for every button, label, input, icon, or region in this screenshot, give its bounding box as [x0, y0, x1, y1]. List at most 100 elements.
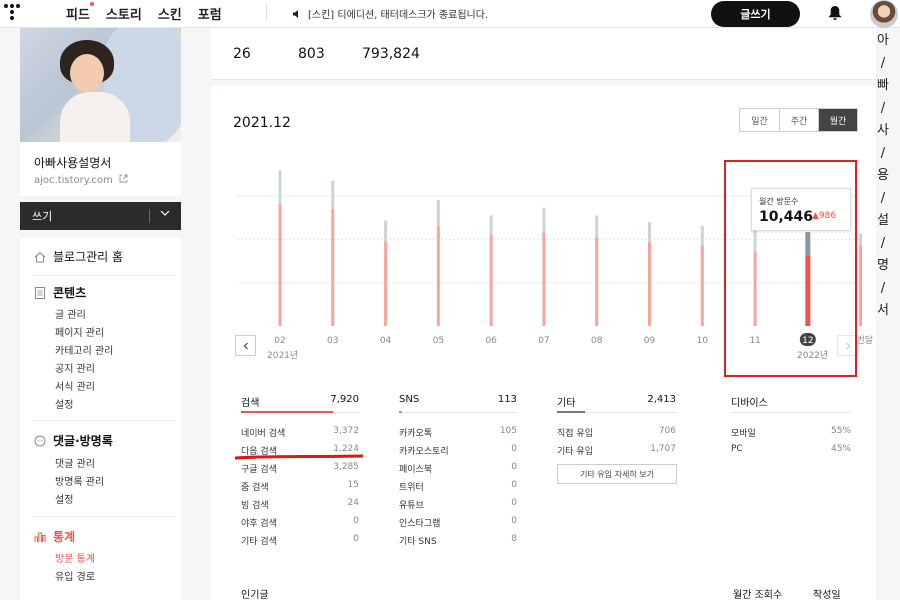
col-monthly-views: 월간 조회수 [733, 590, 783, 600]
write-menu-button[interactable]: 쓰기 [20, 202, 181, 230]
sidebar-label: 통계 [53, 530, 76, 544]
home-icon [34, 251, 46, 262]
bar-segment-primary[interactable] [278, 203, 282, 326]
sidebar-label: 블로그관리 홈 [53, 250, 124, 264]
blog-name[interactable]: 아빠사용설명서 [34, 154, 111, 171]
speaker-icon [293, 9, 298, 18]
profile-card: 아빠사용설명서 ajoc.tistory.com [20, 28, 181, 196]
sidebar-item-posts[interactable]: 글 관리 [55, 306, 86, 321]
blog-url[interactable]: ajoc.tistory.com [34, 174, 128, 186]
year-start-label: 2021년 [267, 351, 299, 361]
notice-banner[interactable]: [스킨] 티에디션, 태터데스크가 종료됩니다. [292, 6, 488, 21]
notice-text: [스킨] 티에디션, 태터데스크가 종료됩니다. [308, 10, 489, 21]
sidebar-item-guestbook[interactable]: 방명록 관리 [55, 473, 104, 488]
bar-segment-secondary[interactable] [331, 180, 335, 209]
bar-segment-primary[interactable] [595, 237, 599, 326]
period-label: 2021.12 [233, 115, 291, 131]
bar-segment-secondary[interactable] [436, 200, 440, 226]
sidebar-item-content-settings[interactable]: 설정 [55, 396, 73, 411]
bar-segment-secondary[interactable] [384, 220, 388, 242]
bar-segment-secondary[interactable] [489, 215, 493, 235]
sidebar-item-referrers[interactable]: 유입 경로 [55, 568, 95, 583]
tab-monthly[interactable]: 월간 [818, 109, 857, 131]
nav-forum[interactable]: 포럼 [198, 4, 222, 23]
sidebar-item-categories[interactable]: 카테고리 관리 [55, 342, 113, 357]
external-link-icon [119, 174, 128, 183]
bar-segment-secondary[interactable] [278, 170, 282, 204]
popular-title: 인기글 [241, 590, 269, 600]
list-item: 줌 검색 15 [241, 480, 359, 493]
tab-daily[interactable]: 일간 [740, 109, 779, 131]
x-tick-label: 08 [591, 336, 603, 346]
sidebar-section-content[interactable]: 콘텐츠 [34, 284, 86, 301]
profile-photo [20, 28, 181, 142]
sidebar-item-comment-settings[interactable]: 설정 [55, 491, 73, 506]
sidebar: 블로그관리 홈 콘텐츠 글 관리 페이지 관리 카테고리 관리 공지 관리 서식… [20, 238, 181, 600]
bar-segment-primary[interactable] [436, 225, 440, 326]
bar-segment-secondary[interactable] [647, 221, 651, 243]
stat-total: 793,824 [362, 46, 420, 62]
nav-story[interactable]: 스토리 [106, 4, 142, 23]
sidebar-item-pages[interactable]: 페이지 관리 [55, 324, 104, 339]
column-bar [731, 412, 851, 413]
write-post-button[interactable]: 글쓰기 [711, 1, 800, 27]
bar-segment-secondary[interactable] [859, 233, 863, 245]
device-header[interactable]: 디바이스 [731, 390, 851, 414]
list-item: 구글 검색 3,285 [241, 462, 359, 475]
blog-url-text: ajoc.tistory.com [34, 175, 113, 186]
bar-segment-primary[interactable] [542, 232, 546, 326]
tab-weekly[interactable]: 주간 [779, 109, 818, 131]
stat-yesterday: 803 [298, 46, 325, 62]
nav-skin[interactable]: 스킨 [158, 4, 182, 23]
nav-divider [266, 3, 267, 21]
chevron-down-icon[interactable] [160, 208, 170, 218]
list-item: 기타 SNS 8 [399, 534, 517, 547]
sidebar-section-comments[interactable]: 댓글·방명록 [34, 432, 113, 449]
column-total: 113 [497, 394, 517, 405]
bar-segment-secondary[interactable] [595, 215, 599, 238]
sidebar-item-visit-stats[interactable]: 방문 통계 [55, 550, 95, 565]
chart-prev-button[interactable] [235, 335, 256, 356]
chevron-left-icon [243, 342, 248, 349]
bar-segment-primary[interactable] [700, 245, 704, 326]
sidebar-item-notices[interactable]: 공지 관리 [55, 360, 95, 375]
menu-divider [149, 209, 150, 223]
sns-header[interactable]: SNS 113 [399, 390, 517, 414]
list-item: 카카오톡 105 [399, 426, 517, 439]
sidebar-item-comments[interactable]: 댓글 관리 [55, 455, 95, 470]
list-item: 유튜브 0 [399, 498, 517, 511]
x-tick-label: 04 [380, 336, 392, 346]
divider [34, 420, 174, 421]
nav-feed[interactable]: 피드 [66, 2, 94, 23]
column-title: 디바이스 [731, 398, 768, 409]
column-title: SNS [399, 394, 420, 405]
etc-detail-button[interactable]: 기타 유입 자세히 보기 [557, 464, 677, 484]
x-tick-label: 06 [485, 336, 497, 346]
bell-icon[interactable] [828, 5, 842, 21]
bar-segment-primary[interactable] [859, 245, 863, 326]
sidebar-item-templates[interactable]: 서식 관리 [55, 378, 95, 393]
sidebar-item-home[interactable]: 블로그관리 홈 [34, 248, 123, 265]
bar-segment-secondary[interactable] [700, 225, 704, 245]
col-written-date: 작성일 [813, 590, 841, 600]
sidebar-section-stats[interactable]: 통계 [34, 528, 75, 545]
bar-segment-primary[interactable] [384, 241, 388, 326]
bar-segment-primary[interactable] [331, 209, 335, 326]
column-total: 7,920 [330, 394, 359, 405]
divider [34, 275, 174, 276]
column-total: 2,413 [647, 394, 676, 405]
tistory-logo[interactable] [4, 2, 22, 22]
list-item: 트위터 0 [399, 480, 517, 493]
comment-icon [34, 435, 46, 446]
bar-segment-secondary[interactable] [542, 207, 546, 233]
column-bar [557, 411, 676, 413]
list-item: 인스타그램 0 [399, 516, 517, 529]
avatar[interactable] [870, 0, 898, 28]
bar-segment-primary[interactable] [489, 234, 493, 326]
bar-segment-primary[interactable] [647, 242, 651, 326]
column-title: 검색 [241, 398, 260, 409]
sidebar-label: 댓글·방명록 [53, 434, 113, 448]
bar-chart-icon [34, 532, 46, 542]
x-tick-label: 10 [697, 336, 709, 346]
x-tick-label: 05 [433, 336, 444, 346]
